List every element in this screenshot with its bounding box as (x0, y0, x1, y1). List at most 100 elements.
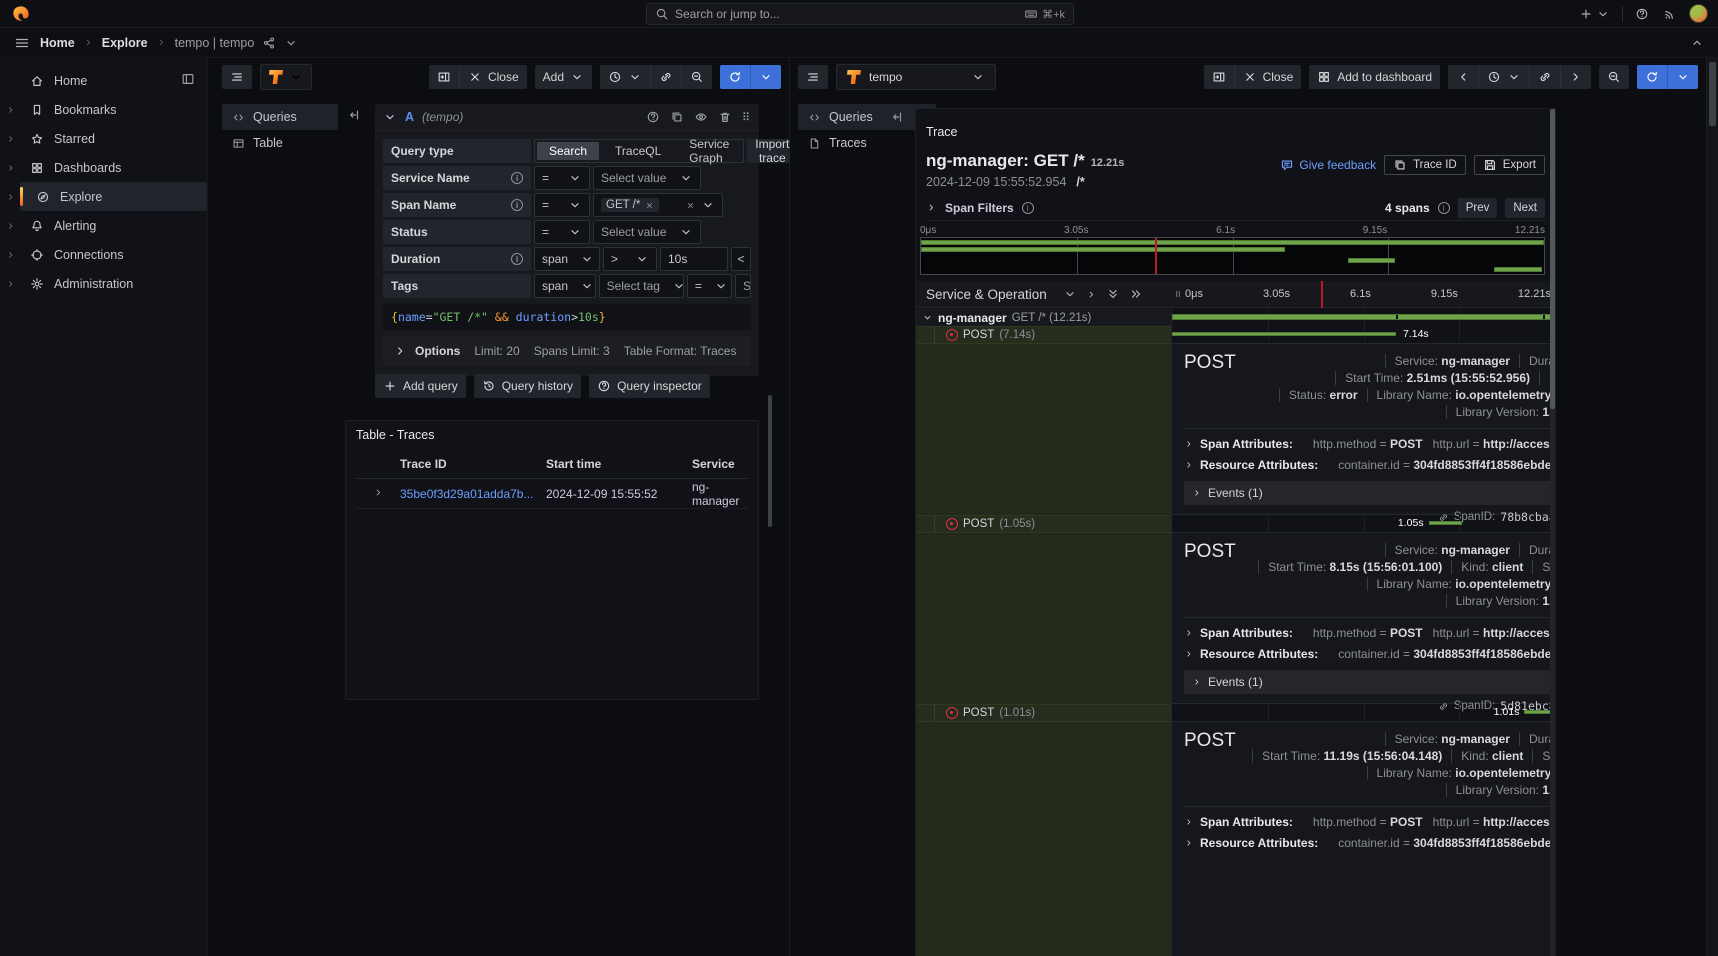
status-op-select[interactable]: = (534, 220, 590, 244)
span-attributes-row[interactable]: Span Attributes: http.method = POSThttp.… (1184, 811, 1555, 832)
new-button[interactable] (1577, 5, 1612, 23)
rail-item-table[interactable]: Table (222, 130, 338, 156)
split-pane-button[interactable] (429, 65, 460, 89)
help-icon[interactable] (646, 110, 660, 124)
export-button[interactable]: Export (1474, 155, 1545, 175)
tags-key-select[interactable]: Select tag (599, 274, 684, 298)
column-resize-handle[interactable] (1171, 281, 1181, 307)
col-trace-id[interactable]: Trace ID (400, 457, 546, 471)
run-query-button[interactable] (1637, 65, 1668, 89)
grafana-logo[interactable] (12, 5, 30, 23)
tags-op-select[interactable]: = (687, 274, 732, 298)
resource-attributes-row[interactable]: Resource Attributes: container.id = 304f… (1184, 643, 1555, 664)
close-pane-button-right[interactable]: Close (1235, 65, 1302, 89)
span-attributes-row[interactable]: Span Attributes: http.method = POSThttp.… (1184, 622, 1555, 643)
sidebar-item-dashboards[interactable]: Dashboards (0, 153, 207, 182)
expand-all-icon[interactable] (1129, 287, 1143, 301)
datasource-picker-left[interactable] (260, 64, 312, 90)
tab-search[interactable]: Search (537, 142, 599, 160)
close-pane-button-left[interactable]: Close (460, 65, 527, 89)
mega-menu-toggle[interactable] (12, 33, 32, 53)
span-bar[interactable] (1172, 332, 1396, 336)
sort-chevron-icon[interactable] (1063, 287, 1077, 301)
window-scrollbar[interactable] (1706, 58, 1718, 956)
col-start-time[interactable]: Start time (546, 457, 692, 471)
trace-id-link[interactable]: 35be0f3d29a01adda7b... (400, 487, 546, 501)
events-row[interactable]: Events (1) (1184, 481, 1555, 505)
delete-query-icon[interactable] (718, 110, 732, 124)
next-span-button[interactable]: Next (1505, 198, 1545, 218)
sidebar-item-connections[interactable]: Connections (0, 240, 207, 269)
duration-value-input[interactable]: 10s (660, 247, 728, 271)
col-service[interactable]: Service (692, 457, 748, 471)
query-inspector-button[interactable]: Query inspector (589, 374, 710, 398)
trace-panel-scrollbar-track[interactable] (1550, 109, 1555, 956)
expand-span-filters[interactable] (926, 202, 937, 213)
service-name-op-select[interactable]: = (534, 166, 590, 190)
search-input[interactable] (675, 7, 1018, 21)
news-button[interactable] (1661, 5, 1679, 23)
span-attributes-row[interactable]: Span Attributes: http.method = POSThttp.… (1184, 433, 1555, 454)
clear-icon[interactable] (686, 201, 695, 210)
expand-chevron-icon[interactable] (6, 105, 16, 115)
queries-drawer-button[interactable] (222, 65, 252, 89)
tags-value-select[interactable]: Select va (735, 274, 751, 298)
expand-chevron-icon[interactable] (6, 279, 16, 289)
expand-chevron-icon[interactable] (6, 134, 16, 144)
drag-handle-icon[interactable]: ⠿ (742, 111, 751, 124)
root-span-row[interactable]: ng-manager GET /* (12.21s) (916, 309, 1555, 326)
user-avatar[interactable] (1689, 4, 1708, 23)
give-feedback-link[interactable]: Give feedback (1280, 158, 1376, 172)
collapse-toolbar-button[interactable] (1688, 34, 1706, 52)
datasource-picker-right[interactable]: tempo (836, 64, 996, 90)
expand-chevron-icon[interactable] (6, 221, 16, 231)
minimap-canvas[interactable] (920, 237, 1545, 275)
sidebar-item-bookmarks[interactable]: Bookmarks (0, 95, 207, 124)
breadcrumb-explore[interactable]: Explore (102, 36, 148, 50)
prev-span-button[interactable]: Prev (1458, 198, 1498, 218)
help-button[interactable] (1633, 5, 1651, 23)
disable-query-icon[interactable] (694, 110, 708, 124)
collapse-query-icon[interactable] (383, 110, 397, 124)
options-row[interactable]: Options Limit: 20Spans Limit: 3Table For… (383, 336, 751, 366)
global-search[interactable]: ⌘+k (646, 3, 1074, 25)
queries-drawer-button[interactable] (798, 65, 828, 89)
expand-chevron-icon[interactable] (6, 192, 16, 202)
chevron-down-icon[interactable] (284, 36, 298, 50)
collapse-children-icon[interactable] (922, 312, 933, 323)
add-to-dashboard-button[interactable]: Add to dashboard (1309, 65, 1440, 89)
zoom-out-button[interactable] (682, 65, 712, 89)
breadcrumb-home[interactable]: Home (40, 36, 75, 50)
collapse-rail-button-left[interactable] (347, 108, 361, 125)
trace-minimap[interactable]: 0μs3.05s6.1s9.15s12.21s (920, 225, 1545, 275)
trace-panel-scrollbar-thumb[interactable] (1550, 109, 1555, 409)
rail-item-queries[interactable]: Queries (222, 104, 338, 130)
span-row-post-3[interactable]: POST (1.01s) 1.01s (916, 704, 1555, 721)
sidebar-item-administration[interactable]: Administration (0, 269, 207, 298)
expand-chevron-icon[interactable] (6, 250, 16, 260)
share-icon[interactable] (262, 36, 276, 50)
time-shift-forward-button[interactable] (1561, 65, 1591, 89)
window-scrollbar-thumb[interactable] (1709, 62, 1716, 126)
duration-op2-select[interactable]: < (731, 247, 751, 271)
span-name-op-select[interactable]: = (534, 193, 590, 217)
tags-scope-select[interactable]: span (534, 274, 596, 298)
status-value-select[interactable]: Select value (593, 220, 701, 244)
query-history-button[interactable]: Query history (474, 374, 581, 398)
collapse-rail-button-right[interactable] (890, 110, 904, 127)
add-query-button[interactable]: Add query (375, 374, 466, 398)
dock-sidebar-icon[interactable] (181, 72, 195, 86)
resource-attributes-row[interactable]: Resource Attributes: container.id = 304f… (1184, 454, 1555, 475)
sidebar-item-explore[interactable]: Explore (0, 182, 207, 211)
permalink-button[interactable] (1530, 65, 1561, 89)
span-name-value-select[interactable]: GET /* (593, 193, 723, 217)
sidebar-item-starred[interactable]: Starred (0, 124, 207, 153)
collapse-all-icon[interactable] (1106, 287, 1120, 301)
run-query-interval-button[interactable] (1668, 65, 1698, 89)
sidebar-item-alerting[interactable]: Alerting (0, 211, 207, 240)
duration-op-select[interactable]: > (603, 247, 657, 271)
resource-attributes-row[interactable]: Resource Attributes: container.id = 304f… (1184, 832, 1555, 853)
span-bar[interactable] (1429, 521, 1462, 525)
time-range-button[interactable] (1479, 65, 1530, 89)
span-name-chip[interactable]: GET /* (601, 198, 659, 212)
